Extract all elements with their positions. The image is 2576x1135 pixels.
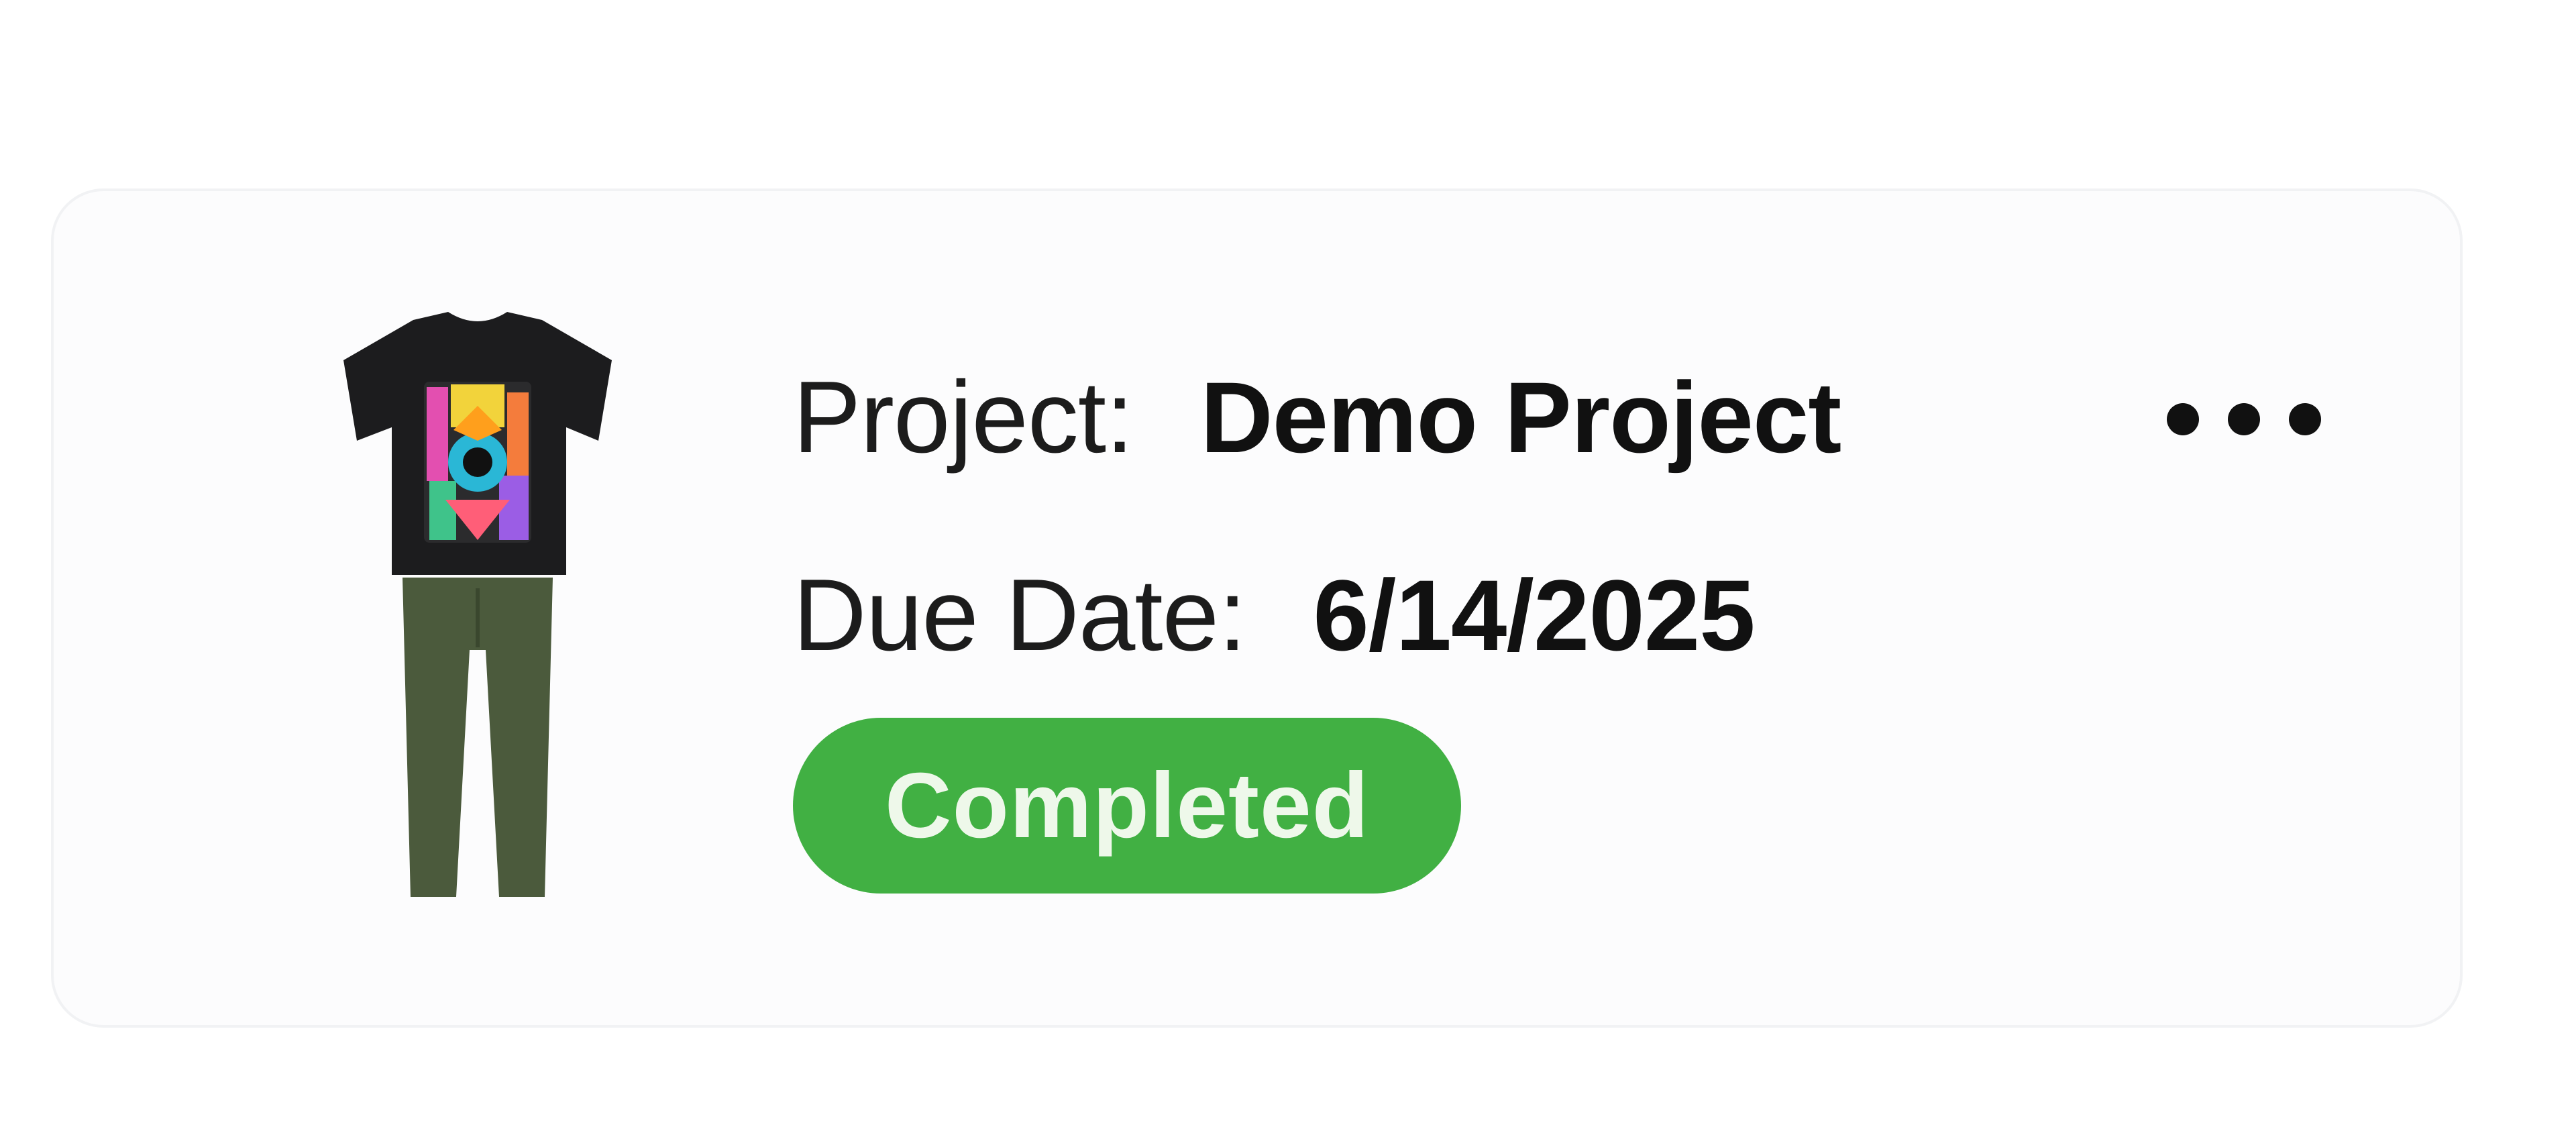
- due-date-row: Due Date: 6/14/2025: [793, 557, 1841, 672]
- project-row: Project: Demo Project: [793, 359, 1841, 474]
- ellipsis-dot-icon: [2167, 403, 2199, 435]
- project-card[interactable]: Project: Demo Project Due Date: 6/14/202…: [51, 188, 2463, 1028]
- status-badge: Completed: [793, 718, 1461, 894]
- due-date-value: 6/14/2025: [1313, 559, 1755, 671]
- shirt-print-stripe: [427, 387, 448, 481]
- ellipsis-dot-icon: [2289, 403, 2321, 435]
- shirt-print-stripe: [507, 392, 529, 476]
- project-info: Project: Demo Project Due Date: 6/14/202…: [793, 359, 1841, 672]
- outfit-thumbnail: [330, 312, 625, 902]
- due-date-label: Due Date:: [793, 558, 1246, 672]
- shirt-print-block: [499, 476, 529, 540]
- outfit-icon: [343, 312, 612, 897]
- ellipsis-dot-icon: [2228, 403, 2260, 435]
- shirt-print-block: [429, 481, 456, 540]
- project-name: Demo Project: [1200, 361, 1841, 474]
- project-label: Project:: [793, 360, 1134, 474]
- more-options-button[interactable]: [2167, 382, 2321, 456]
- shirt-print-pupil: [463, 447, 492, 477]
